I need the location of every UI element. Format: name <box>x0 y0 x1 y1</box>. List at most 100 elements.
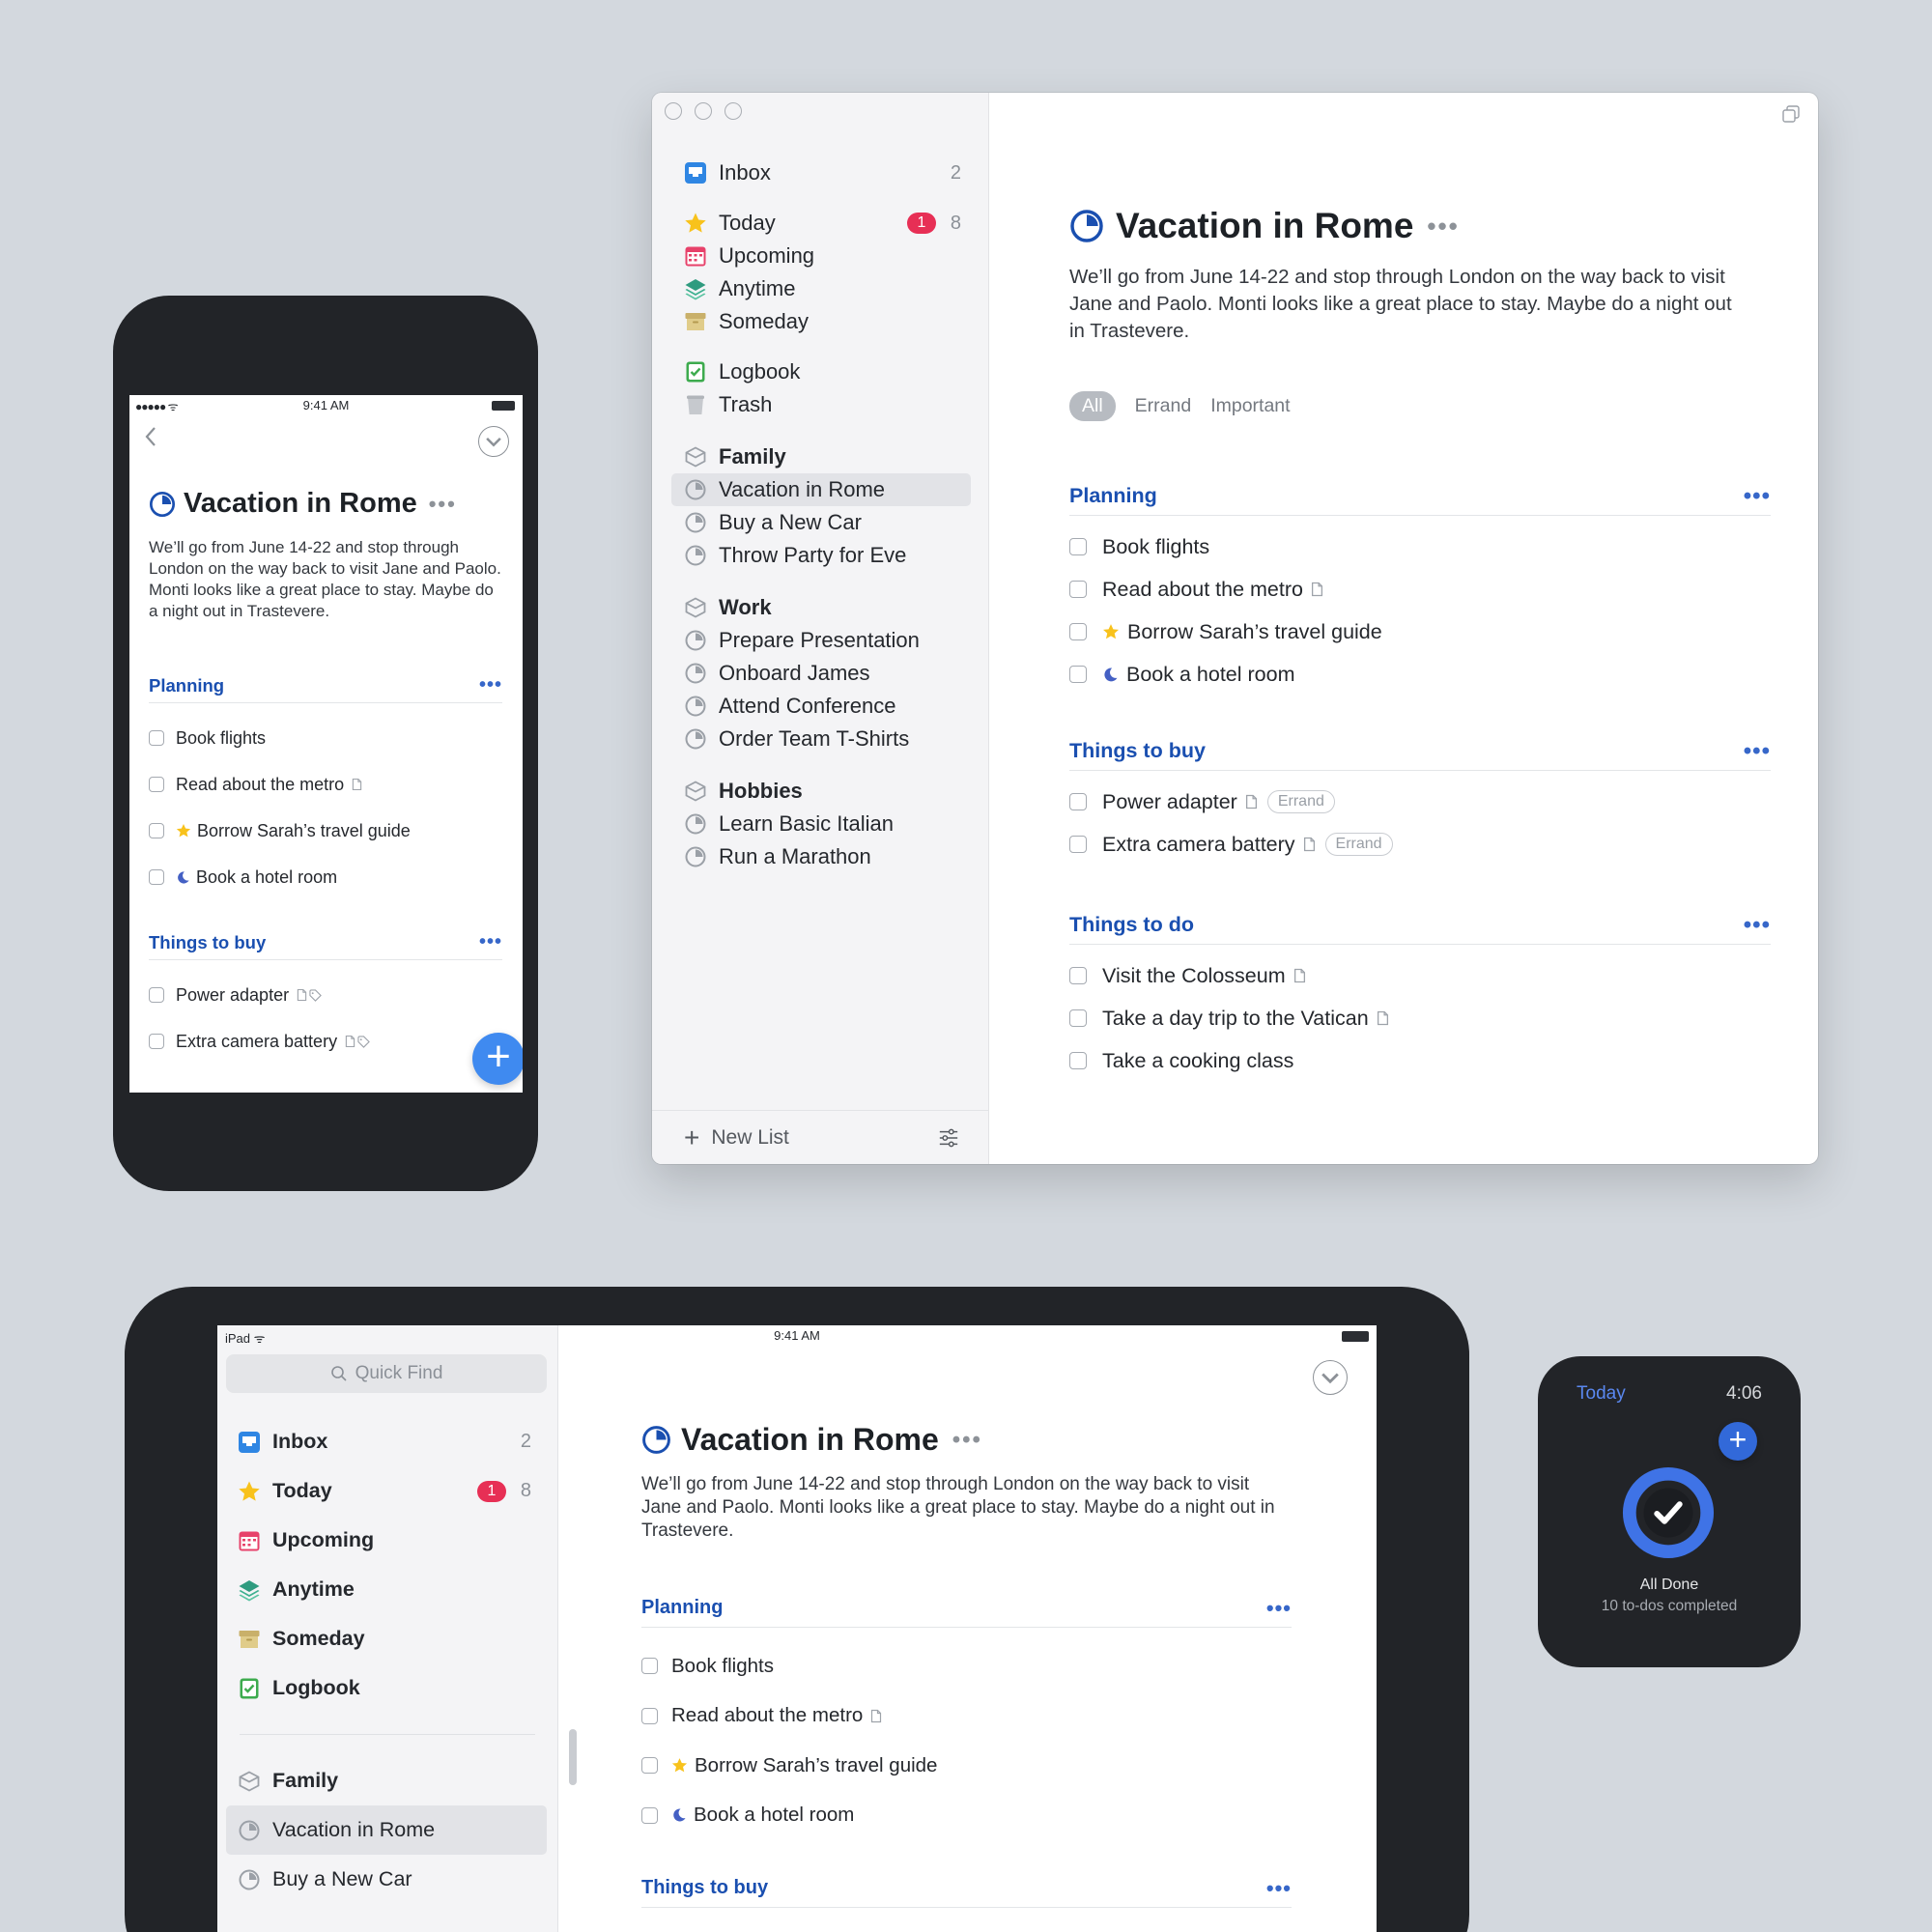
section-more-button[interactable]: ••• <box>1266 1876 1292 1901</box>
sidebar-area-work[interactable]: Work <box>671 591 971 624</box>
todo-item[interactable]: Power adapter <box>149 972 506 1018</box>
sidebar-project-buy-a-new-car[interactable]: Buy a New Car <box>226 1855 547 1904</box>
todo-checkbox[interactable] <box>1069 1052 1087 1069</box>
filter-important[interactable]: Important <box>1210 395 1290 417</box>
project-notes[interactable]: We’ll go from June 14-22 and stop throug… <box>641 1473 1289 1543</box>
filter-all[interactable]: All <box>1069 391 1116 421</box>
todo-checkbox[interactable] <box>149 823 164 838</box>
todo-checkbox[interactable] <box>641 1806 658 1824</box>
todo-checkbox[interactable] <box>1069 538 1087 555</box>
todo-item[interactable]: Extra camera battery <box>149 1018 506 1065</box>
add-todo-button[interactable]: + <box>1719 1422 1757 1461</box>
section-more-button[interactable]: ••• <box>479 931 502 953</box>
project-title[interactable]: Vacation in Rome <box>1116 206 1413 246</box>
todo-item[interactable]: Take a cooking class <box>1069 1039 1765 1082</box>
todo-checkbox[interactable] <box>149 1034 164 1049</box>
section-more-button[interactable]: ••• <box>1266 1596 1292 1621</box>
sidebar-item-inbox[interactable]: Inbox 2 <box>226 1417 547 1466</box>
todo-checkbox[interactable] <box>641 1707 658 1724</box>
todo-item[interactable]: Borrow Sarah’s travel guide <box>149 808 506 854</box>
todo-checkbox[interactable] <box>1069 1009 1087 1027</box>
minimize-window-button[interactable] <box>695 102 712 120</box>
section-heading-planning[interactable]: Planning ••• <box>149 668 502 703</box>
todo-item[interactable]: Extra camera battery Errand <box>1069 823 1765 866</box>
sidebar-area-family[interactable]: Family <box>671 440 971 473</box>
sidebar-project-throw-party[interactable]: Throw Party for Eve <box>671 539 971 572</box>
project-notes[interactable]: We’ll go from June 14-22 and stop throug… <box>149 537 506 622</box>
back-chevron-icon[interactable] <box>143 424 158 449</box>
full-screen-icon[interactable] <box>1781 104 1801 124</box>
section-heading-things-to-buy[interactable]: Things to buy ••• <box>1069 732 1771 771</box>
todo-item[interactable]: Take a day trip to the Vatican <box>1069 997 1765 1039</box>
todo-item[interactable]: Book a hotel room <box>1069 653 1765 696</box>
todo-item[interactable]: Power adapter Errand <box>1069 781 1765 823</box>
project-title[interactable]: Vacation in Rome <box>681 1422 939 1458</box>
sidebar-item-upcoming[interactable]: Upcoming <box>226 1516 547 1565</box>
sidebar-item-today[interactable]: Today 1 8 <box>226 1466 547 1516</box>
todo-item[interactable]: Book flights <box>641 1641 1289 1691</box>
more-options-button[interactable]: ••• <box>952 1427 982 1454</box>
more-options-button[interactable]: ••• <box>429 492 457 517</box>
todo-item[interactable]: Visit the Colosseum <box>1069 954 1765 997</box>
zoom-window-button[interactable] <box>724 102 742 120</box>
project-notes[interactable]: We’ll go from June 14-22 and stop throug… <box>1069 264 1746 345</box>
sidebar-item-inbox[interactable]: Inbox 2 <box>671 156 971 189</box>
todo-checkbox[interactable] <box>149 869 164 885</box>
sidebar-project-buy-a-new-car[interactable]: Buy a New Car <box>671 506 971 539</box>
sidebar-project-vacation-in-rome[interactable]: Vacation in Rome <box>226 1805 547 1855</box>
todo-checkbox[interactable] <box>149 730 164 746</box>
sidebar-item-someday[interactable]: Someday <box>671 305 971 338</box>
todo-checkbox[interactable] <box>1069 836 1087 853</box>
sidebar-item-today[interactable]: Today 1 8 <box>671 207 971 240</box>
todo-checkbox[interactable] <box>641 1658 658 1675</box>
todo-item[interactable]: Book flights <box>149 715 506 761</box>
todo-checkbox[interactable] <box>149 777 164 792</box>
scroll-indicator[interactable] <box>569 1729 577 1785</box>
sidebar-project-learn-italian[interactable]: Learn Basic Italian <box>671 808 971 840</box>
quick-find-search[interactable]: Quick Find <box>226 1354 547 1393</box>
section-heading-things-to-buy[interactable]: Things to buy ••• <box>149 925 502 960</box>
section-heading-things-to-buy[interactable]: Things to buy ••• <box>641 1869 1292 1908</box>
sidebar-area-hobbies[interactable]: Hobbies <box>671 775 971 808</box>
chevron-down-icon[interactable] <box>1313 1360 1348 1395</box>
new-list-button[interactable]: + New List <box>652 1110 988 1164</box>
todo-checkbox[interactable] <box>1069 581 1087 598</box>
sidebar-item-logbook[interactable]: Logbook <box>671 355 971 388</box>
sidebar-project-onboard-james[interactable]: Onboard James <box>671 657 971 690</box>
sidebar-item-anytime[interactable]: Anytime <box>226 1565 547 1614</box>
section-heading-planning[interactable]: Planning ••• <box>641 1589 1292 1628</box>
tag-errand[interactable]: Errand <box>1324 833 1393 856</box>
more-options-button[interactable]: ••• <box>1427 212 1459 242</box>
todo-item[interactable]: Borrow Sarah’s travel guide <box>1069 611 1765 653</box>
sidebar-item-logbook[interactable]: Logbook <box>226 1663 547 1713</box>
todo-item[interactable]: Read about the metro <box>641 1691 1289 1742</box>
todo-checkbox[interactable] <box>641 1757 658 1775</box>
filter-errand[interactable]: Errand <box>1135 395 1192 417</box>
todo-checkbox[interactable] <box>1069 793 1087 810</box>
todo-item[interactable]: Read about the metro <box>1069 568 1765 611</box>
sidebar-item-trash[interactable]: Trash <box>671 388 971 421</box>
add-todo-button[interactable]: + <box>472 1033 523 1085</box>
sidebar-item-upcoming[interactable]: Upcoming <box>671 240 971 272</box>
section-more-button[interactable]: ••• <box>1744 738 1771 765</box>
todo-checkbox[interactable] <box>149 987 164 1003</box>
sidebar-project-vacation-in-rome[interactable]: Vacation in Rome <box>671 473 971 506</box>
section-heading-things-to-do[interactable]: Things to do ••• <box>1069 906 1771 945</box>
sidebar-item-someday[interactable]: Someday <box>226 1614 547 1663</box>
sidebar-item-anytime[interactable]: Anytime <box>671 272 971 305</box>
tag-errand[interactable]: Errand <box>1266 790 1335 813</box>
todo-item[interactable]: Borrow Sarah’s travel guide <box>641 1741 1289 1791</box>
chevron-down-icon[interactable] <box>478 426 509 457</box>
filter-settings-icon[interactable] <box>938 1127 959 1149</box>
todo-checkbox[interactable] <box>1069 967 1087 984</box>
section-more-button[interactable]: ••• <box>1744 483 1771 510</box>
todo-item[interactable]: Book a hotel room <box>149 854 506 900</box>
todo-checkbox[interactable] <box>1069 623 1087 640</box>
section-heading-planning[interactable]: Planning ••• <box>1069 477 1771 516</box>
sidebar-project-run-marathon[interactable]: Run a Marathon <box>671 840 971 873</box>
todo-item[interactable]: Book a hotel room <box>641 1791 1289 1841</box>
section-more-button[interactable]: ••• <box>1744 912 1771 939</box>
close-window-button[interactable] <box>665 102 682 120</box>
todo-item[interactable]: Read about the metro <box>149 761 506 808</box>
todo-item[interactable]: Book flights <box>1069 526 1765 568</box>
